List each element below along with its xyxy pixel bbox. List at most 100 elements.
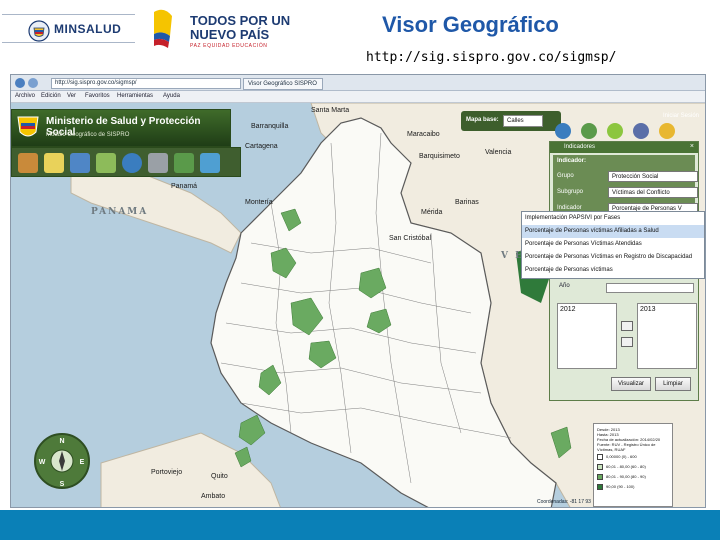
field-label: Subgrupo: [557, 189, 584, 195]
header-rule: [2, 14, 135, 15]
legend-swatch: [597, 454, 603, 460]
page-url[interactable]: http://sig.sispro.gov.co/sigmsp/: [366, 50, 616, 65]
city-label: Quito: [211, 473, 228, 480]
app-banner: Ministerio de Salud y Protección Social …: [11, 109, 231, 147]
page-title: Visor Geográfico: [382, 12, 559, 37]
slogan-line-1: TODOS POR UN: [190, 13, 291, 28]
dropdown-option[interactable]: Porcentaje de Personas Víctimas Atendida…: [522, 238, 704, 251]
city-label: Cartagena: [245, 143, 278, 150]
legend-swatch: [597, 474, 603, 480]
dropdown-option-selected[interactable]: Porcentaje de Personas víctimas Afiliada…: [522, 225, 704, 238]
footer-bar: [0, 510, 720, 540]
city-label: Ambato: [201, 493, 226, 500]
map-legend: Desde: 2013 Hasta: 2013 Fecha de actuali…: [593, 423, 673, 507]
chart-icon[interactable]: [70, 153, 90, 173]
compass-west[interactable]: W: [39, 459, 46, 466]
slogan-line-3: PAZ EQUIDAD EDUCACIÓN: [190, 43, 268, 49]
visualize-button[interactable]: Visualizar: [611, 377, 651, 391]
address-bar[interactable]: http://sig.sispro.gov.co/sigmsp/: [51, 78, 241, 89]
map-toolbar: [11, 147, 241, 177]
ministry-coat-icon: [28, 20, 50, 42]
menu-archivo[interactable]: Archivo: [15, 93, 35, 99]
legend-item: 0,00000 (0) - 600: [597, 453, 669, 462]
dropdown-option[interactable]: Porcentaje de Personas víctimas: [522, 264, 704, 277]
legend-text: Víctimas, RUAF: [597, 447, 626, 452]
layers-icon[interactable]: [18, 153, 38, 173]
year-option[interactable]: 2012: [560, 306, 576, 313]
banner-subtitle: Módulo Geográfico de SISPRO: [46, 132, 130, 138]
city-label: Santa Marta: [311, 107, 350, 114]
legend-label: 80,01 - 90,00 (80 - 90): [606, 474, 646, 479]
basemap-label: Mapa base:: [466, 117, 499, 123]
share-icon[interactable]: [122, 153, 142, 173]
measure-icon[interactable]: [96, 153, 116, 173]
indicator-dropdown: Implementación PAPSIVI por Fases Porcent…: [521, 211, 705, 279]
remove-year-icon[interactable]: [621, 337, 633, 347]
zoom-icon[interactable]: [148, 153, 168, 173]
panel-title: Indicadores: [564, 144, 596, 150]
legend-item: 60,01 - 80,00 (60 - 80): [597, 463, 669, 472]
navigation-compass[interactable]: N S E W: [33, 429, 91, 499]
year-label: Año: [559, 283, 570, 289]
selected-years-list[interactable]: 2013: [637, 303, 697, 369]
legend-label: 60,01 - 80,00 (60 - 80): [606, 464, 646, 469]
city-label: San Cristóbal: [389, 235, 432, 242]
print-icon[interactable]: [581, 123, 597, 139]
browser-toolbar: http://sig.sispro.gov.co/sigmsp/ Visor G…: [11, 75, 705, 91]
legend-item: 80,01 - 90,00 (80 - 90): [597, 473, 669, 482]
city-label: Maracaibo: [407, 131, 440, 138]
globe-icon[interactable]: [555, 123, 571, 139]
compass-south[interactable]: S: [60, 481, 65, 488]
info-icon[interactable]: [633, 123, 649, 139]
city-label: Portoviejo: [151, 469, 183, 476]
viewer-screenshot: http://sig.sispro.gov.co/sigmsp/ Visor G…: [10, 74, 706, 508]
login-link[interactable]: Iniciar Sesión: [663, 113, 699, 119]
city-label: Barinas: [455, 199, 479, 206]
slogan-line-2: NUEVO PAÍS: [190, 27, 270, 42]
legend-label: 0,00000 (0) - 600: [606, 454, 637, 459]
city-label: Panamá: [171, 183, 198, 190]
menu-ayuda[interactable]: Ayuda: [163, 93, 180, 99]
browser-tab[interactable]: Visor Geográfico SISPRO: [243, 78, 323, 90]
grupo-select[interactable]: Protección Social: [608, 171, 698, 182]
browser-menu: Archivo Edición Ver Favoritos Herramient…: [11, 91, 705, 103]
basemap-select[interactable]: Calles: [503, 115, 543, 127]
available-years-list[interactable]: 2012: [557, 303, 617, 369]
close-icon[interactable]: ×: [690, 143, 694, 150]
city-label: Barquisimeto: [419, 153, 460, 160]
indicator-section-label: Indicador:: [557, 158, 587, 164]
year-option[interactable]: 2013: [640, 306, 656, 313]
menu-favoritos[interactable]: Favoritos: [85, 93, 110, 99]
grid-icon[interactable]: [174, 153, 194, 173]
basemap-selector: Mapa base: Calles: [461, 111, 561, 131]
legend-swatch: [597, 464, 603, 470]
subgrupo-select[interactable]: Víctimas del Conflicto: [608, 187, 698, 198]
header-rule: [2, 42, 135, 43]
menu-ver[interactable]: Ver: [67, 93, 76, 99]
back-icon[interactable]: [15, 78, 25, 88]
coat-of-arms-icon: [17, 116, 39, 137]
compass-north[interactable]: N: [59, 438, 64, 445]
legend-item: 90,00 (90 - 100): [597, 483, 669, 492]
add-year-icon[interactable]: [621, 321, 633, 331]
city-label: Montería: [245, 199, 273, 206]
year-select[interactable]: [606, 283, 694, 293]
panel-header: Indicadores ×: [550, 142, 698, 153]
city-label: Mérida: [421, 209, 443, 216]
country-label: PANAMA: [91, 207, 149, 217]
table-icon[interactable]: [200, 153, 220, 173]
compass-east[interactable]: E: [80, 459, 85, 466]
menu-herramientas[interactable]: Herramientas: [117, 93, 153, 99]
city-label: Barranquilla: [251, 123, 289, 130]
government-flag-icon: [154, 9, 172, 48]
clear-button[interactable]: Limpiar: [655, 377, 691, 391]
menu-edicion[interactable]: Edición: [41, 93, 61, 99]
dropdown-option[interactable]: Implementación PAPSIVI por Fases: [522, 212, 704, 225]
user-icon[interactable]: [659, 123, 675, 139]
ministry-logo-text: MINSALUD: [54, 22, 122, 36]
identify-icon[interactable]: [44, 153, 64, 173]
dropdown-option[interactable]: Porcentaje de Personas Víctimas en Regis…: [522, 251, 704, 264]
legend-label: 90,00 (90 - 100): [606, 484, 635, 489]
forward-icon[interactable]: [28, 78, 38, 88]
refresh-icon[interactable]: [607, 123, 623, 139]
